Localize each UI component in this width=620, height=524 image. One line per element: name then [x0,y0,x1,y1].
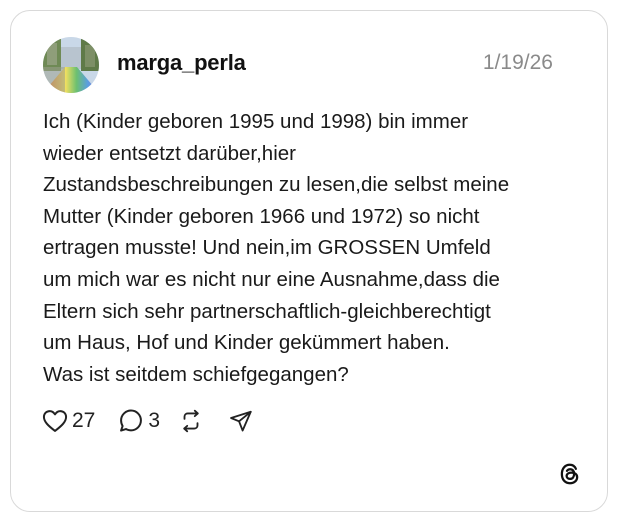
send-icon [230,410,252,432]
repost-button[interactable] [178,408,204,434]
share-button[interactable] [228,408,254,434]
post-text-line: ertragen musste! Und nein,im GROSSEN Umf… [43,236,491,260]
post-card: marga_perla 1/19/26 Ich (Kinder geboren … [10,10,608,512]
post-author[interactable]: marga_perla [117,50,246,76]
post-text-line: Eltern sich sehr partnerschaftlich-gleic… [43,299,491,323]
post-actions: 27 3 [41,406,254,436]
post-text-line: um Haus, Hof und Kinder gekümmert haben. [43,331,450,355]
speech-bubble-icon [120,409,143,432]
repost-icon [183,409,199,433]
heart-icon [42,410,68,432]
post-text-line: um mich war es nicht nur eine Ausnahme,d… [43,267,500,291]
threads-logo-icon [557,461,583,487]
post-text-line: wieder entsetzt darüber,hier [43,141,296,165]
avatar[interactable] [43,37,99,93]
reply-count: 3 [148,409,161,432]
post-text: Ich (Kinder geboren 1995 und 1998) bin i… [43,106,583,390]
like-button[interactable]: 27 [41,407,95,435]
reply-button[interactable]: 3 [117,407,160,435]
avatar-photo-icon [43,37,99,93]
post-text-line: Mutter (Kinder geboren 1966 und 1972) so… [43,204,480,228]
post-text-line: Ich (Kinder geboren 1995 und 1998) bin i… [43,110,469,133]
post-text-line: Zustandsbeschreibungen zu lesen,die selb… [43,173,510,197]
post-text-line: Was ist seitdem schiefgegangen? [43,362,349,386]
post-date[interactable]: 1/19/26 [483,51,553,75]
like-count: 27 [72,409,96,432]
